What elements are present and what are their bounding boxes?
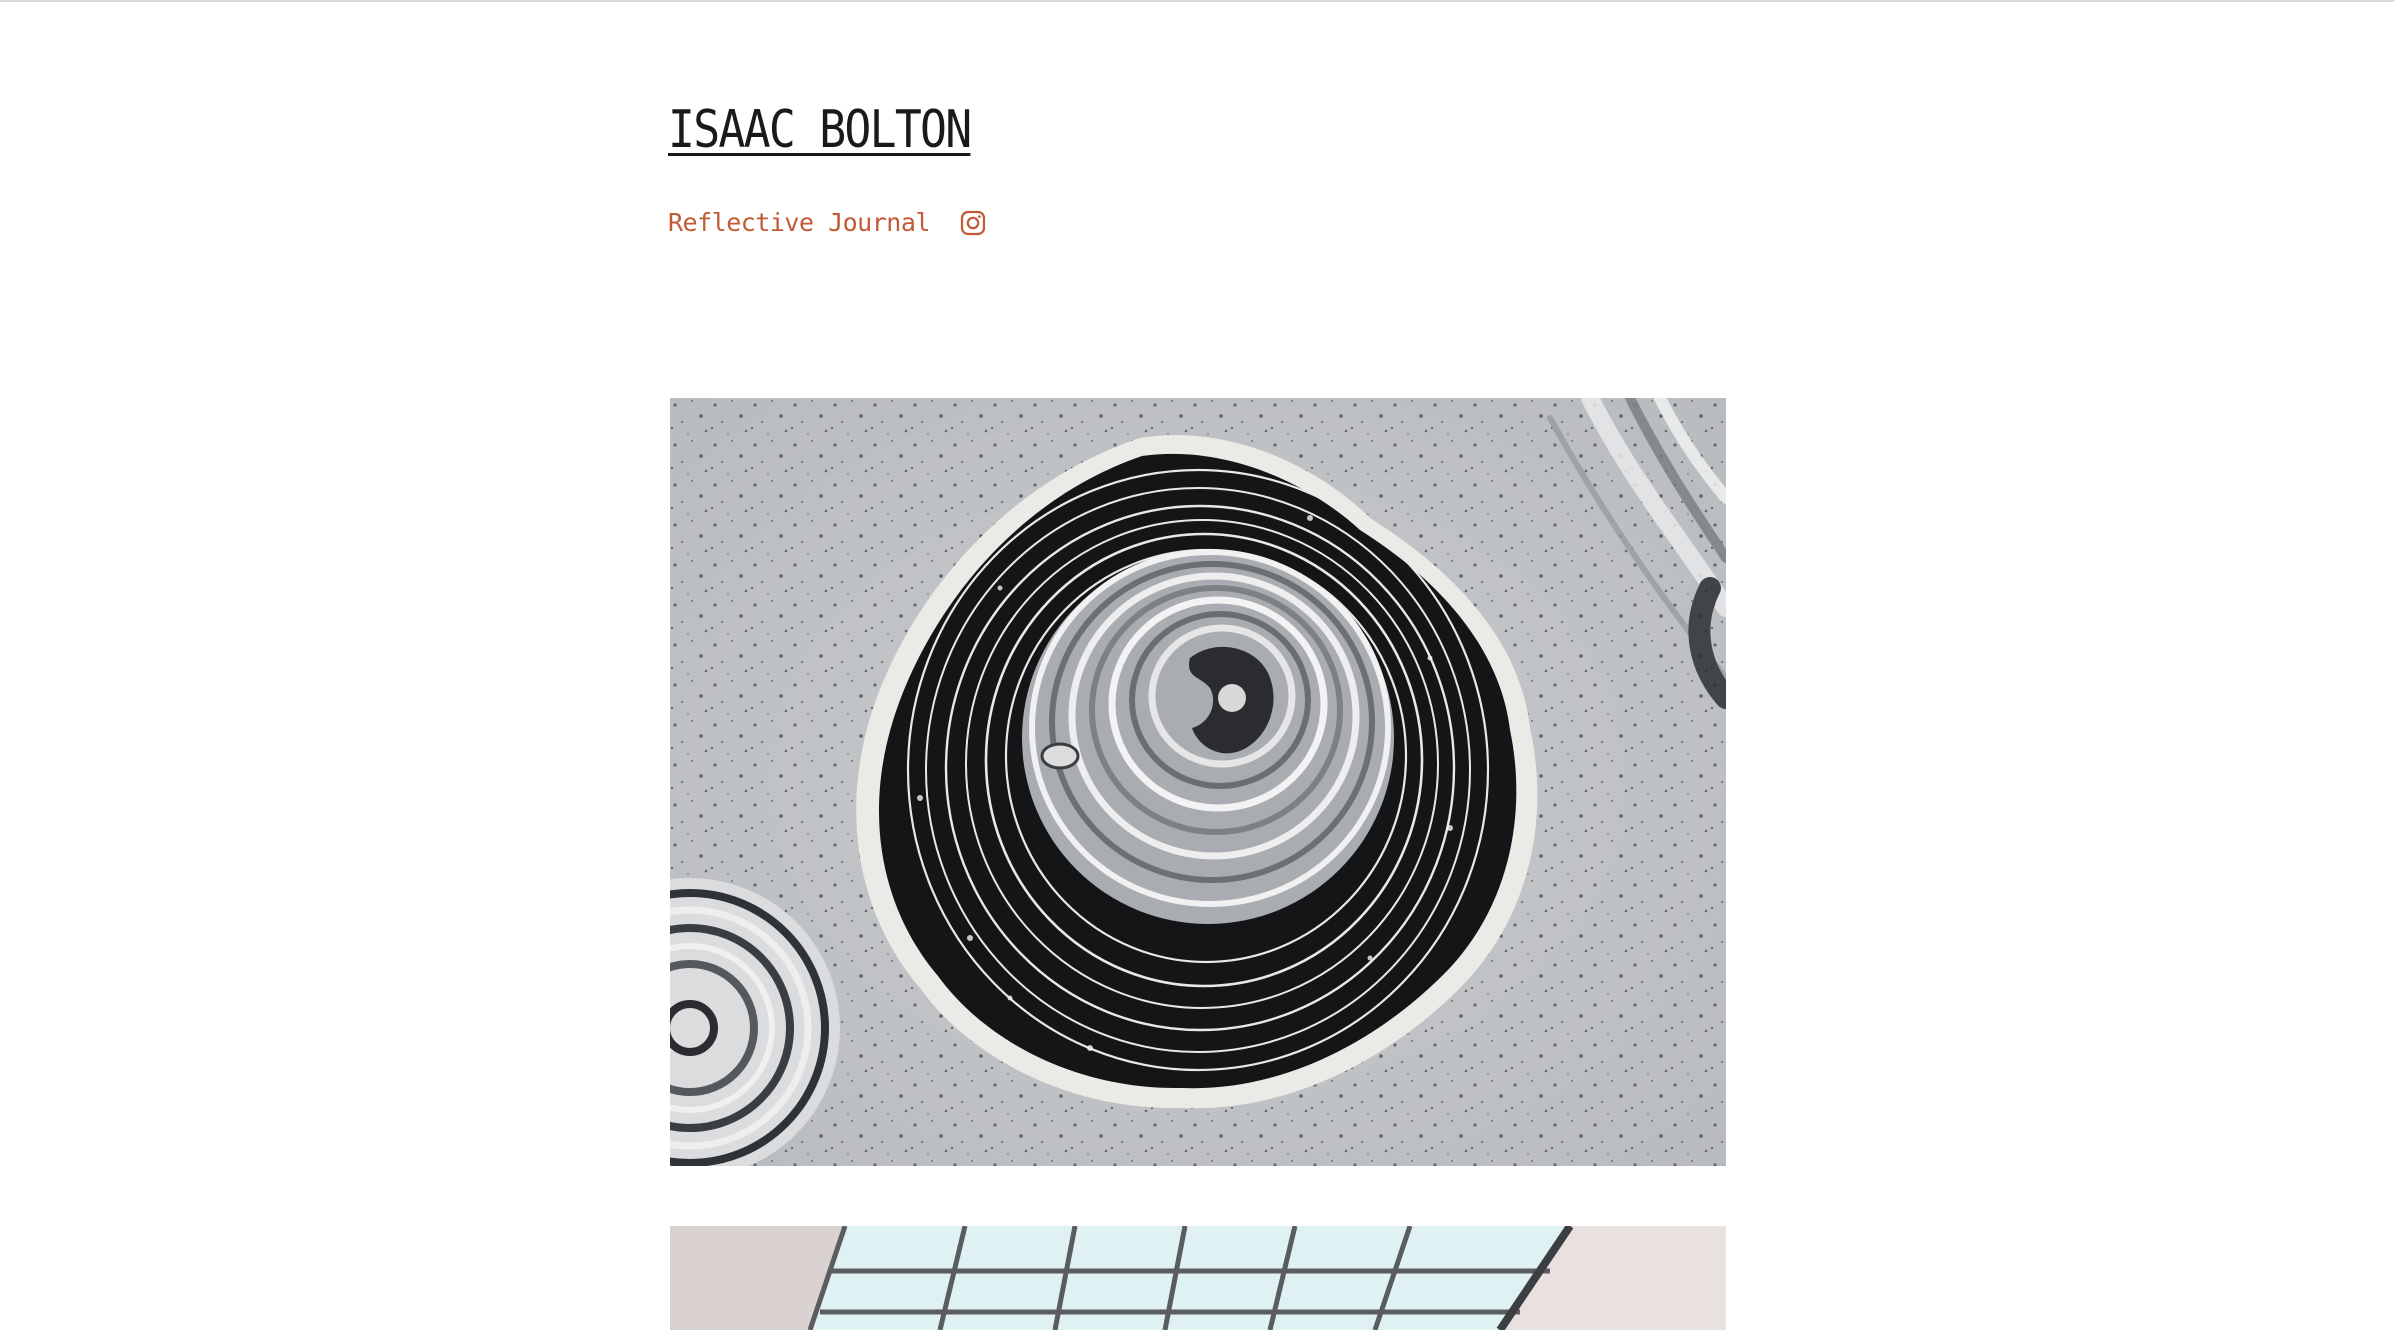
site-nav: Reflective Journal bbox=[668, 208, 986, 237]
artwork-image-skylight[interactable] bbox=[670, 1226, 1726, 1330]
nav-link-reflective-journal[interactable]: Reflective Journal bbox=[668, 208, 930, 237]
instagram-icon[interactable] bbox=[960, 210, 986, 236]
top-border bbox=[0, 0, 2394, 2]
site-title[interactable]: ISAAC BOLTON bbox=[668, 100, 972, 160]
artwork-image-fluid-pour[interactable] bbox=[670, 398, 1726, 1166]
